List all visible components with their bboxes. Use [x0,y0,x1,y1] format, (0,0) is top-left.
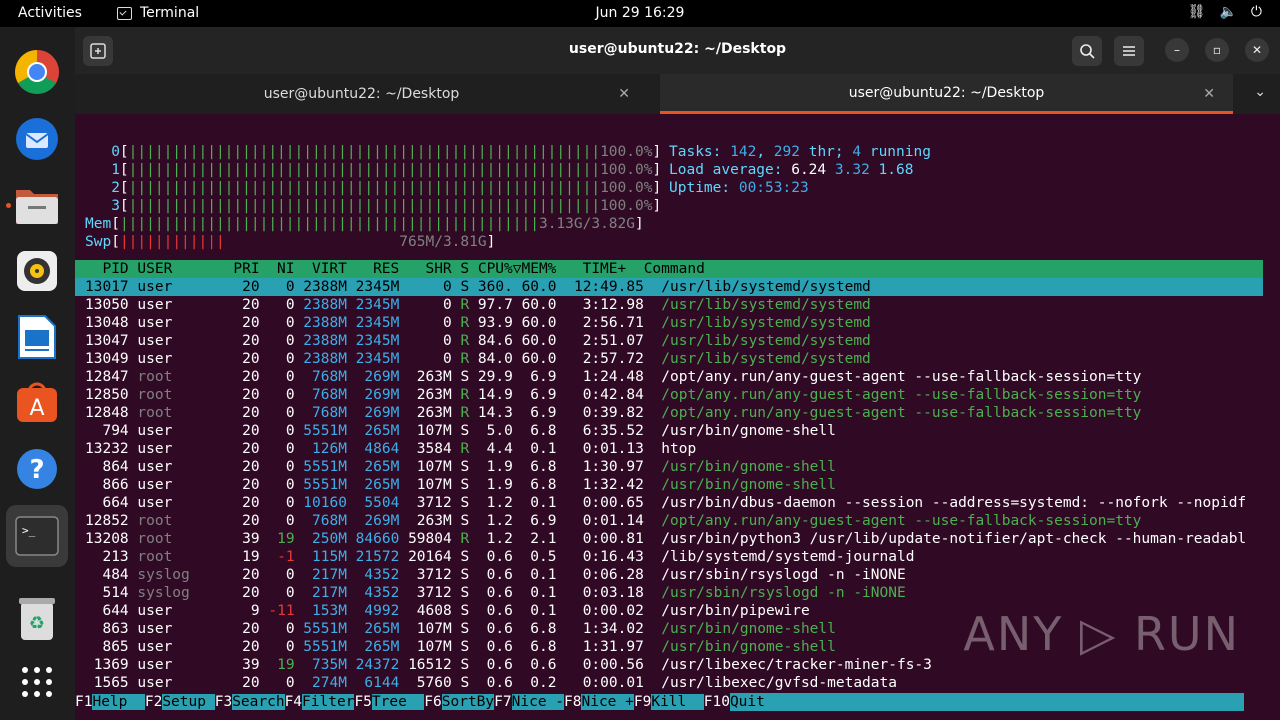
minimize-button[interactable]: – [1165,38,1189,62]
process-row[interactable]: 13232 user 20 0 126M 4864 3584 R 4.4 0.1… [75,440,696,458]
tab-1[interactable]: user@ubuntu22: ~/Desktop ✕ [75,74,648,114]
fkey-f6[interactable]: F6SortBy [424,694,495,710]
hamburger-icon [1123,46,1135,56]
load-average-line: Load average: 6.24 3.32 1.68 [669,162,914,178]
window-headerbar: user@ubuntu22: ~/Desktop – ▫ ✕ [75,27,1280,74]
process-row[interactable]: 13048 user 20 0 2388M 2345M 0 R 93.9 60.… [75,314,871,332]
process-row[interactable]: 664 user 20 0 10160 5504 3712 S 1.2 0.1 … [75,494,1246,512]
process-row[interactable]: 514 syslog 20 0 217M 4352 3712 S 0.6 0.1… [75,584,905,602]
fkey-f10[interactable]: F10Quit [704,693,1244,711]
menu-button[interactable] [1114,36,1144,66]
cpu-meter-1: 1[||||||||||||||||||||||||||||||||||||||… [85,162,662,178]
volume-icon: 🔈 [1219,4,1237,20]
uptime-line: Uptime: 00:53:23 [669,180,809,196]
cpu-meter-2: 2[||||||||||||||||||||||||||||||||||||||… [85,180,662,196]
tasks-line: Tasks: 142, 292 thr; 4 running [669,144,931,160]
close-tab-icon[interactable]: ✕ [618,86,630,102]
process-row[interactable]: 863 user 20 0 5551M 265M 107M S 0.6 6.8 … [75,620,835,638]
minimize-icon: – [1174,43,1180,57]
top-bar: Activities Terminal Jun 29 16:29 ⛓ 🔈 ⏻ [0,0,1280,27]
close-button[interactable]: ✕ [1245,38,1269,62]
process-row[interactable]: 13047 user 20 0 2388M 2345M 0 R 84.6 60.… [75,332,871,350]
mem-meter: Mem[||||||||||||||||||||||||||||||||||||… [85,216,644,232]
fkey-f5[interactable]: F5Tree [354,694,425,710]
fkey-f4[interactable]: F4Filter [285,694,355,710]
svg-text:?: ? [29,455,44,485]
scrollbar[interactable] [1265,114,1280,720]
terminal-app-icon[interactable]: >_ [6,505,68,567]
search-icon [1080,44,1095,59]
dock: A ? >_ ♻ [0,27,75,720]
process-row[interactable]: 13049 user 20 0 2388M 2345M 0 R 84.0 60.… [75,350,871,368]
process-row[interactable]: 13050 user 20 0 2388M 2345M 0 R 97.7 60.… [75,296,871,314]
process-row[interactable]: 644 user 9 -11 153M 4992 4608 S 0.6 0.1 … [75,602,809,620]
process-row[interactable]: 12850 root 20 0 768M 269M 263M R 14.9 6.… [75,386,1141,404]
fkey-f2[interactable]: F2Setup [145,694,215,710]
close-tab-icon[interactable]: ✕ [1203,86,1215,102]
libreoffice-writer-icon[interactable] [12,312,62,362]
fkey-f8[interactable]: F8Nice + [564,694,634,710]
app-center-icon[interactable]: A [12,377,62,427]
trash-icon[interactable]: ♻ [12,594,62,644]
process-row[interactable]: 866 user 20 0 5551M 265M 107M S 1.9 6.8 … [75,476,835,494]
svg-text:A: A [29,396,44,421]
network-icon: ⛓ [1187,4,1206,20]
tab-2[interactable]: user@ubuntu22: ~/Desktop ✕ [660,74,1233,114]
process-row[interactable]: 865 user 20 0 5551M 265M 107M S 0.6 6.8 … [75,638,835,656]
fkey-f7[interactable]: F7Nice - [494,694,565,710]
svg-text:♻: ♻ [29,613,45,634]
close-icon: ✕ [1251,43,1263,57]
process-row[interactable]: 1369 user 39 19 735M 24372 16512 S 0.6 0… [75,656,932,674]
rhythmbox-icon[interactable] [12,246,62,296]
fkey-f3[interactable]: F3Search [215,694,285,710]
tab-2-label: user@ubuntu22: ~/Desktop [848,84,1045,101]
chrome-icon[interactable] [12,47,62,97]
tabs-dropdown-icon[interactable]: ⌄ [1254,84,1266,100]
maximize-icon: ▫ [1212,43,1222,57]
power-icon: ⏻ [1250,4,1262,20]
process-row[interactable]: 864 user 20 0 5551M 265M 107M S 1.9 6.8 … [75,458,835,476]
cpu-meter-0: 0[||||||||||||||||||||||||||||||||||||||… [85,144,662,160]
process-row[interactable]: 12852 root 20 0 768M 269M 263M S 1.2 6.9… [75,512,1141,530]
anyrun-watermark: ANY ▷ RUN [963,607,1240,661]
process-row[interactable]: 12847 root 20 0 768M 269M 263M S 29.9 6.… [75,368,1141,386]
tab-bar: user@ubuntu22: ~/Desktop ✕ user@ubuntu22… [75,74,1280,114]
terminal-window: user@ubuntu22: ~/Desktop – ▫ ✕ user@ubun… [75,27,1280,720]
svg-text:>_: >_ [22,524,36,537]
process-row[interactable]: 484 syslog 20 0 217M 4352 3712 S 0.6 0.1… [75,566,905,584]
clock[interactable]: Jun 29 16:29 [0,5,1280,21]
process-row[interactable]: 13017 user 20 0 2388M 2345M 0 S 360. 60.… [75,278,1263,296]
system-tray[interactable]: ⛓ 🔈 ⏻ [1188,4,1262,20]
help-icon[interactable]: ? [12,444,62,494]
search-button[interactable] [1072,36,1102,66]
maximize-button[interactable]: ▫ [1205,38,1229,62]
fkey-f9[interactable]: F9Kill [634,694,704,710]
fkey-f1[interactable]: F1Help [75,694,145,710]
process-row[interactable]: 213 root 19 -1 115M 21572 20164 S 0.6 0.… [75,548,914,566]
process-table-header[interactable]: PID USER PRI NI VIRT RES SHR S CPU%▽MEM%… [75,260,1263,278]
process-row[interactable]: 794 user 20 0 5551M 265M 107M S 5.0 6.8 … [75,422,835,440]
function-key-bar: F1Help F2Setup F3SearchF4FilterF5Tree F6… [75,693,1265,711]
thunderbird-icon[interactable] [12,114,62,164]
tab-1-label: user@ubuntu22: ~/Desktop [263,86,460,102]
cpu-meter-3: 3[||||||||||||||||||||||||||||||||||||||… [85,198,662,214]
show-apps-icon[interactable] [12,657,62,707]
process-row[interactable]: 13208 root 39 19 250M 84660 59804 R 1.2 … [75,530,1246,548]
files-icon[interactable] [12,180,62,230]
process-row[interactable]: 1565 user 20 0 274M 6144 5760 S 0.6 0.2 … [75,674,897,692]
process-row[interactable]: 12848 root 20 0 768M 269M 263M R 14.3 6.… [75,404,1141,422]
swap-meter: Swp[|||||||||||| 765M/3.81G] [85,234,496,250]
